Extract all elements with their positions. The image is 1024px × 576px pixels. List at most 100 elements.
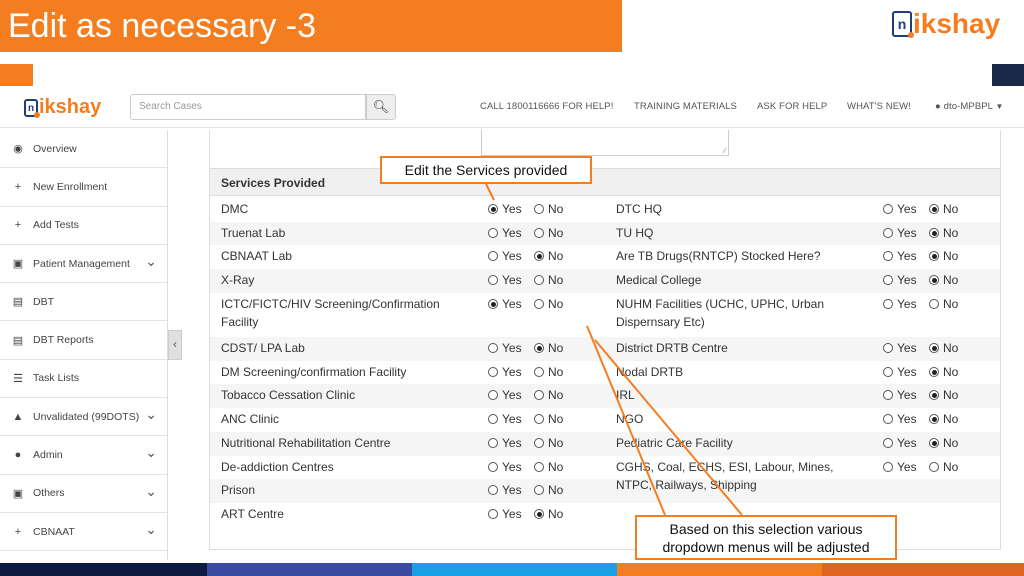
radio-button[interactable] — [488, 275, 498, 285]
radio-button[interactable] — [534, 367, 544, 377]
radio-yes[interactable]: Yes — [488, 436, 522, 450]
radio-yes[interactable]: Yes — [883, 460, 917, 474]
radio-button[interactable] — [883, 414, 893, 424]
sidebar-item-dbt[interactable]: ▤ DBT — [0, 283, 167, 322]
radio-no[interactable]: No — [929, 388, 958, 402]
radio-button[interactable] — [488, 438, 498, 448]
radio-button[interactable] — [883, 251, 893, 261]
radio-no[interactable]: No — [929, 412, 958, 426]
radio-button[interactable] — [929, 438, 939, 448]
radio-no[interactable]: No — [534, 297, 563, 311]
radio-button[interactable] — [488, 509, 498, 519]
radio-no[interactable]: No — [534, 226, 563, 240]
radio-button[interactable] — [929, 275, 939, 285]
whats-new-link[interactable]: WHAT'S NEW! — [847, 101, 911, 112]
radio-button[interactable] — [534, 438, 544, 448]
sidebar-item-overview[interactable]: ◉ Overview — [0, 130, 167, 169]
radio-yes[interactable]: Yes — [488, 483, 522, 497]
sidebar-item-add-tests[interactable]: + Add Tests — [0, 207, 167, 245]
radio-no[interactable]: No — [929, 365, 958, 379]
radio-yes[interactable]: Yes — [488, 341, 522, 355]
training-materials-link[interactable]: TRAINING MATERIALS — [634, 101, 737, 112]
sidebar-item-patient-management[interactable]: ▣ Patient Management ⌄ — [0, 245, 167, 284]
radio-button[interactable] — [929, 343, 939, 353]
radio-yes[interactable]: Yes — [883, 297, 917, 311]
radio-no[interactable]: No — [929, 436, 958, 450]
radio-button[interactable] — [488, 228, 498, 238]
sidebar-item-task-lists[interactable]: ☰ Task Lists — [0, 360, 167, 399]
radio-yes[interactable]: Yes — [883, 388, 917, 402]
radio-button[interactable] — [488, 414, 498, 424]
radio-button[interactable] — [883, 204, 893, 214]
radio-yes[interactable]: Yes — [883, 412, 917, 426]
radio-button[interactable] — [534, 299, 544, 309]
radio-button[interactable] — [883, 275, 893, 285]
radio-button[interactable] — [929, 299, 939, 309]
radio-yes[interactable]: Yes — [488, 273, 522, 287]
radio-button[interactable] — [929, 390, 939, 400]
radio-no[interactable]: No — [534, 388, 563, 402]
radio-button[interactable] — [929, 414, 939, 424]
radio-no[interactable]: No — [929, 249, 958, 263]
radio-no[interactable]: No — [534, 460, 563, 474]
radio-yes[interactable]: Yes — [488, 412, 522, 426]
radio-button[interactable] — [883, 299, 893, 309]
sidebar-item-new-enrollment[interactable]: + New Enrollment — [0, 168, 167, 207]
radio-button[interactable] — [883, 438, 893, 448]
radio-no[interactable]: No — [534, 436, 563, 450]
remarks-textarea[interactable] — [481, 130, 729, 156]
help-call-link[interactable]: CALL 1800116666 FOR HELP! — [480, 101, 613, 112]
radio-yes[interactable]: Yes — [883, 226, 917, 240]
radio-button[interactable] — [488, 390, 498, 400]
sidebar-item-others[interactable]: ▣ Others ⌄ — [0, 475, 167, 513]
nav-logo[interactable]: n ikshay — [24, 96, 101, 119]
radio-button[interactable] — [534, 204, 544, 214]
radio-yes[interactable]: Yes — [883, 436, 917, 450]
sidebar-item-cbnaat[interactable]: + CBNAAT ⌄ — [0, 513, 167, 552]
radio-no[interactable]: No — [929, 341, 958, 355]
radio-button[interactable] — [929, 204, 939, 214]
sidebar-item-admin[interactable]: ● Admin ⌄ — [0, 436, 167, 475]
radio-no[interactable]: No — [929, 460, 958, 474]
radio-button[interactable] — [883, 228, 893, 238]
sidebar-collapse-button[interactable]: ‹ — [168, 330, 182, 360]
radio-button[interactable] — [488, 251, 498, 261]
radio-no[interactable]: No — [929, 202, 958, 216]
radio-button[interactable] — [534, 251, 544, 261]
radio-yes[interactable]: Yes — [488, 226, 522, 240]
ask-for-help-link[interactable]: ASK FOR HELP — [757, 101, 827, 112]
radio-button[interactable] — [929, 228, 939, 238]
radio-button[interactable] — [488, 343, 498, 353]
radio-yes[interactable]: Yes — [883, 202, 917, 216]
radio-no[interactable]: No — [929, 273, 958, 287]
radio-button[interactable] — [534, 509, 544, 519]
radio-button[interactable] — [929, 462, 939, 472]
radio-button[interactable] — [534, 390, 544, 400]
radio-yes[interactable]: Yes — [488, 365, 522, 379]
radio-button[interactable] — [488, 204, 498, 214]
radio-button[interactable] — [883, 343, 893, 353]
radio-yes[interactable]: Yes — [883, 341, 917, 355]
radio-no[interactable]: No — [534, 249, 563, 263]
radio-button[interactable] — [534, 275, 544, 285]
search-input[interactable]: Search Cases — [130, 94, 366, 120]
radio-button[interactable] — [534, 485, 544, 495]
radio-no[interactable]: No — [929, 297, 958, 311]
radio-yes[interactable]: Yes — [488, 388, 522, 402]
radio-button[interactable] — [883, 462, 893, 472]
radio-button[interactable] — [883, 367, 893, 377]
radio-no[interactable]: No — [534, 412, 563, 426]
search-button[interactable]: 🔍︎ — [366, 94, 396, 120]
radio-button[interactable] — [929, 367, 939, 377]
radio-button[interactable] — [929, 251, 939, 261]
radio-button[interactable] — [534, 228, 544, 238]
radio-yes[interactable]: Yes — [883, 365, 917, 379]
radio-no[interactable]: No — [534, 202, 563, 216]
radio-button[interactable] — [488, 485, 498, 495]
user-menu[interactable]: ● dto-MPBPL ▼ — [935, 101, 1004, 112]
radio-no[interactable]: No — [534, 273, 563, 287]
sidebar-item-dbt-reports[interactable]: ▤ DBT Reports — [0, 321, 167, 360]
radio-yes[interactable]: Yes — [488, 297, 522, 311]
radio-button[interactable] — [488, 367, 498, 377]
radio-button[interactable] — [883, 390, 893, 400]
